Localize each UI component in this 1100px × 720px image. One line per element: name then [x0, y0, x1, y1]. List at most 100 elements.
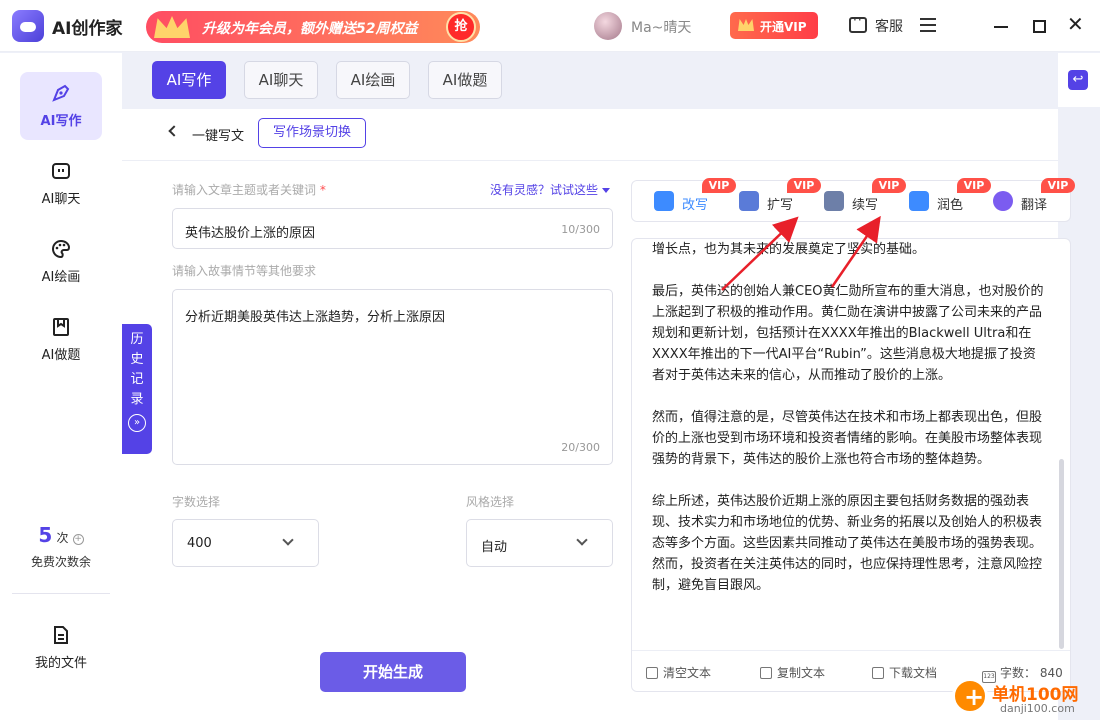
- history-char: 录: [130, 392, 144, 407]
- promo-banner[interactable]: 升级为年会员，额外赠送52周权益 抢: [146, 11, 480, 43]
- palette-icon: [52, 239, 71, 259]
- rewrite-icon: [654, 191, 674, 211]
- side-panel: ↩: [1058, 53, 1100, 107]
- history-char: 记: [130, 372, 144, 387]
- credits-unit: 次: [56, 531, 69, 545]
- continue-button[interactable]: 续写 VIP: [824, 178, 906, 213]
- chat-bubble-icon: [849, 13, 867, 33]
- inspiration-dropdown[interactable]: 没有灵感？试试这些: [490, 181, 611, 198]
- title-bar: AI创作家 升级为年会员，额外赠送52周权益 抢 Ma~晴天 开通VIP 客服 …: [0, 0, 1100, 52]
- topic-label: 请输入文章主题或者关键词 *: [172, 181, 326, 198]
- avatar[interactable]: [594, 12, 622, 40]
- nav-item-ai-writing[interactable]: AI写作: [20, 72, 102, 140]
- expand-button[interactable]: 扩写 VIP: [739, 178, 821, 213]
- chevron-down-icon: [576, 534, 588, 546]
- nav-item-ai-painting[interactable]: AI绘画: [20, 228, 102, 296]
- nav-label: AI绘画: [41, 270, 81, 285]
- crown-icon: [738, 19, 754, 31]
- download-label: 下载文档: [889, 666, 938, 680]
- nav-item-my-files[interactable]: 我的文件: [20, 614, 102, 682]
- back-arrow-icon[interactable]: [168, 125, 180, 137]
- wordcount-value: 400: [187, 536, 212, 551]
- pen-icon: [52, 84, 70, 102]
- tab-ai-chat[interactable]: AI聊天: [244, 61, 318, 99]
- tab-ai-homework[interactable]: AI做题: [428, 61, 502, 99]
- credits-count: 5: [38, 523, 53, 547]
- copy-icon: [760, 667, 772, 679]
- breadcrumb: 一键写文: [192, 129, 245, 144]
- open-vip-button[interactable]: 开通VIP: [730, 12, 818, 39]
- vip-badge: VIP: [787, 178, 821, 193]
- bookmark-icon: [53, 318, 69, 336]
- customer-service-button[interactable]: 客服: [849, 13, 909, 37]
- wordcount-label: 字数选择: [172, 495, 221, 509]
- wordcount-select[interactable]: 400: [172, 519, 319, 567]
- open-vip-label: 开通VIP: [760, 20, 807, 34]
- detail-textarea[interactable]: 分析近期美股英伟达上涨趋势，分析上涨原因 20/300: [172, 289, 613, 465]
- customer-service-label: 客服: [875, 19, 903, 35]
- vip-badge: VIP: [702, 178, 736, 193]
- add-credits-icon[interactable]: +: [72, 534, 84, 545]
- style-value: 自动: [481, 540, 508, 555]
- vip-badge: VIP: [957, 178, 991, 193]
- watermark-logo-icon: [952, 678, 988, 714]
- site-watermark: 单机100网 danji100.com: [952, 672, 1100, 720]
- history-record-tab[interactable]: 历 史 记 录 »: [122, 324, 152, 454]
- topic-label-text: 请输入文章主题或者关键词: [172, 183, 317, 197]
- tab-ai-writing[interactable]: AI写作: [152, 61, 226, 99]
- result-paragraph: 增长点，也为其未来的发展奠定了坚实的基础。: [652, 242, 926, 257]
- tool-label: 润色: [937, 198, 964, 213]
- close-icon[interactable]: ✕: [1067, 14, 1084, 34]
- promo-text: 升级为年会员，额外赠送52周权益: [202, 21, 418, 37]
- clear-text-button[interactable]: 清空文本: [646, 664, 711, 681]
- tool-label: 扩写: [767, 198, 794, 213]
- result-text[interactable]: 增长点，也为其未来的发展奠定了坚实的基础。 最后，英伟达的创始人兼CEO黄仁勋所…: [652, 239, 1048, 617]
- style-label: 风格选择: [466, 495, 515, 509]
- clear-label: 清空文本: [663, 666, 712, 680]
- download-icon: [872, 667, 884, 679]
- switch-scene-button[interactable]: 写作场景切换: [258, 118, 366, 148]
- download-doc-button[interactable]: 下载文档: [872, 664, 937, 681]
- nav-label: 我的文件: [34, 656, 87, 671]
- required-mark: *: [319, 183, 326, 197]
- undo-icon[interactable]: ↩: [1068, 70, 1088, 90]
- scrollbar[interactable]: [1059, 459, 1064, 649]
- expand-icon: [739, 191, 759, 211]
- maximize-icon[interactable]: [1033, 20, 1046, 33]
- chevron-down-icon: [282, 534, 294, 546]
- username[interactable]: Ma~晴天: [631, 17, 691, 37]
- vip-badge: VIP: [1041, 178, 1075, 193]
- polish-icon: [909, 191, 929, 211]
- minimize-icon[interactable]: [994, 26, 1008, 28]
- watermark-url: danji100.com: [1000, 702, 1075, 715]
- edit-toolbar: 改写 VIP 扩写 VIP 续写 VIP 润色 VIP 翻译 VIP: [631, 178, 1075, 222]
- left-nav: AI写作 AI聊天 AI绘画 AI做题 5 次 + 免费次数余 我的文件: [0, 53, 122, 720]
- free-credits: 5 次 + 免费次数余: [0, 523, 122, 570]
- nav-item-ai-homework[interactable]: AI做题: [20, 306, 102, 374]
- detail-char-count: 20/300: [561, 441, 600, 454]
- nav-item-ai-chat[interactable]: AI聊天: [20, 150, 102, 218]
- topic-char-count: 10/300: [561, 223, 600, 236]
- polish-button[interactable]: 润色 VIP: [909, 178, 991, 213]
- result-panel: 增长点，也为其未来的发展奠定了坚实的基础。 最后，英伟达的创始人兼CEO黄仁勋所…: [631, 238, 1071, 692]
- tab-ai-painting[interactable]: AI绘画: [336, 61, 410, 99]
- nav-label: AI写作: [40, 114, 82, 129]
- history-char: 历: [130, 332, 144, 347]
- rewrite-button[interactable]: 改写 VIP: [654, 178, 736, 213]
- tool-label: 翻译: [1021, 198, 1048, 213]
- result-paragraph: 最后，英伟达的创始人兼CEO黄仁勋所宣布的重大消息，也对股价的上涨起到了积极的推…: [652, 284, 1044, 383]
- translate-button[interactable]: 翻译 VIP: [993, 178, 1075, 213]
- divider: [122, 160, 1058, 161]
- promo-grab-badge[interactable]: 抢: [446, 12, 476, 42]
- style-select[interactable]: 自动: [466, 519, 613, 567]
- copy-text-button[interactable]: 复制文本: [760, 664, 825, 681]
- clear-icon: [646, 667, 658, 679]
- menu-icon[interactable]: [920, 18, 936, 32]
- topic-input[interactable]: 英伟达股价上涨的原因 10/300: [172, 208, 613, 249]
- crown-icon: [154, 16, 190, 38]
- chat-icon: [52, 163, 70, 179]
- credits-label: 免费次数余: [30, 555, 91, 569]
- generate-button[interactable]: 开始生成: [320, 652, 466, 692]
- topic-input-value: 英伟达股价上涨的原因: [185, 226, 316, 241]
- double-chevron-icon: »: [128, 414, 146, 432]
